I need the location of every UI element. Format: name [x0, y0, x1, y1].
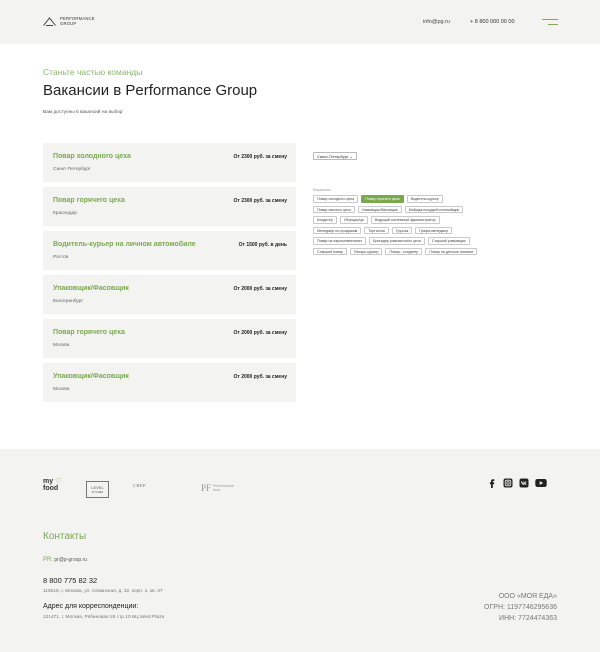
vacancy-tag[interactable]: Кондитер	[313, 216, 337, 224]
brand-logo-myfood[interactable]: my ♡ food	[43, 478, 62, 492]
inn: ИНН: 7724474363	[499, 615, 557, 622]
job-list: Повар холодного цеха Санкт-Петербург От …	[43, 143, 296, 407]
job-title: Водитель-курьер на личном автомобиле	[53, 241, 196, 248]
footer: my ♡ food LEVEL KITCHEN CHEF PF Performa…	[0, 449, 600, 652]
job-city: Москва	[53, 343, 70, 348]
job-city: Екатеринбург	[53, 299, 84, 304]
brand-level-line2: KITCHEN	[91, 490, 104, 494]
correspondence-title: Адрес для корреспонденции:	[43, 603, 139, 610]
vacancy-tag[interactable]: Мойщик посуды/Котломойщик	[404, 205, 464, 213]
instagram-icon[interactable]	[503, 478, 513, 488]
job-card[interactable]: Повар холодного цеха Санкт-Петербург От …	[43, 143, 296, 182]
vacancy-tag[interactable]: Грузчик	[391, 226, 413, 234]
vacancy-tag-list: Повар холодного цеха Повар горячего цеха В…	[313, 195, 485, 255]
vacancy-tag[interactable]: Повар на пароконвектомат	[313, 237, 367, 245]
brand-pf-text: Performance food	[213, 484, 234, 492]
vacancy-tag[interactable]: Пекарь-курьер	[349, 247, 383, 255]
brand-logo-performance-food[interactable]: PF Performance food	[201, 483, 234, 493]
footer-phone-link[interactable]: 8 800 775 82 32	[43, 576, 97, 585]
social-links	[487, 478, 547, 488]
job-salary: От 2000 руб. за смену	[233, 374, 287, 380]
page-title: Вакансии в Performance Group	[43, 82, 258, 99]
logo-mark-icon	[43, 17, 56, 27]
brand-pf-line2: food	[213, 488, 221, 492]
job-card[interactable]: Упаковщик/Фасовщик Москва От 2000 руб. з…	[43, 363, 296, 402]
brand-pf-mark: PF	[201, 483, 212, 493]
logo-text-line2: Group	[60, 20, 77, 26]
logo-text: Performance Group	[60, 16, 95, 26]
ogrn: ОГРН: 1197746295636	[484, 604, 557, 611]
job-card[interactable]: Повар горячего цеха Краснодар От 2300 ру…	[43, 187, 296, 226]
brand-myfood-line2: food	[43, 484, 59, 492]
correspondence-address: 121471, г. Москва, Рябиновая 26 стр 10 Б…	[43, 615, 165, 620]
vacancy-tag[interactable]: Водитель-курьер	[406, 195, 443, 203]
job-city: Ростов	[53, 255, 69, 260]
legal-address: 115516, г. Москва, ул. Севанская, д. 32,…	[43, 589, 163, 594]
job-card[interactable]: Водитель-курьер на личном автомобиле Рос…	[43, 231, 296, 270]
legal-info: ООО «МОЯ ЕДА» ОГРН: 1197746295636 ИНН: 7…	[484, 591, 557, 624]
job-salary: От 2000 руб. за смену	[233, 330, 287, 336]
job-salary: От 1500 руб. в день	[238, 242, 287, 248]
vacancy-tag[interactable]: Уборщик/ца	[339, 216, 368, 224]
contacts-title: Контакты	[43, 531, 87, 542]
job-title: Упаковщик/Фасовщик	[53, 285, 129, 292]
legal-name: ООО «МОЯ ЕДА»	[498, 593, 557, 600]
filter-label: Вакансии	[313, 187, 331, 192]
header: Performance Group info@pg.ru + 8 800 000…	[0, 0, 600, 44]
page-subtitle: Вам доступны 6 вакансий на выбор	[43, 110, 123, 115]
header-email-link[interactable]: info@pg.ru	[423, 19, 450, 25]
vacancy-tag[interactable]: Старший повар	[313, 247, 347, 255]
pr-email-link[interactable]: pr@p-group.ru	[54, 557, 87, 563]
brand-logo-level[interactable]: LEVEL KITCHEN	[86, 481, 109, 498]
job-card[interactable]: Упаковщик/Фасовщик Екатеринбург От 2000 …	[43, 275, 296, 314]
job-city: Москва	[53, 387, 70, 392]
job-city: Краснодар	[53, 211, 77, 216]
job-salary: От 2000 руб. за смену	[233, 286, 287, 292]
kicker: Станьте частью команды	[43, 67, 143, 77]
job-salary: От 2300 руб. за смену	[233, 198, 287, 204]
job-title: Повар горячего цеха	[53, 197, 125, 204]
vacancy-tag[interactable]: Повар холодного цеха	[313, 195, 359, 203]
burger-line	[548, 24, 558, 25]
burger-line	[542, 19, 558, 20]
vacancy-tag[interactable]: Менеджер по продажам	[313, 226, 362, 234]
job-title: Упаковщик/Фасовщик	[53, 373, 129, 380]
vacancy-tag[interactable]: Повар - кондитер	[385, 247, 423, 255]
vacancy-tag[interactable]: Ведущий системный администратор	[370, 216, 440, 224]
vacancy-tag[interactable]: Повар на детское питание	[425, 247, 478, 255]
vacancy-tag[interactable]: Старший упаковщик	[427, 237, 470, 245]
header-phone-link[interactable]: + 8 800 000 00 00	[470, 19, 515, 25]
youtube-icon[interactable]	[535, 478, 547, 488]
vacancy-tag[interactable]: Упаковщик/Фасовщик	[357, 205, 402, 213]
city-select-value: Санкт-Петербург	[317, 154, 349, 159]
brand-myfood-text1: my	[43, 478, 54, 485]
page: Performance Group info@pg.ru + 8 800 000…	[0, 0, 600, 652]
vacancy-tag[interactable]: Тортистка	[364, 226, 389, 234]
vacancy-tag[interactable]: Графи-менеджер	[415, 226, 453, 234]
vacancy-tag[interactable]: Повар горячего цеха	[361, 195, 404, 203]
city-select[interactable]: Санкт-Петербург ⌄	[313, 152, 357, 160]
vacancy-tag[interactable]: Повар мясного цеха	[313, 205, 355, 213]
logo[interactable]: Performance Group	[43, 16, 95, 27]
job-title: Повар холодного цеха	[53, 153, 131, 160]
pr-contact: PR: pr@p-group.ru	[43, 557, 87, 563]
job-city: Санкт-Петербург	[53, 167, 91, 172]
pr-label: PR:	[43, 557, 54, 563]
facebook-icon[interactable]	[487, 478, 497, 488]
vk-icon[interactable]	[519, 478, 529, 488]
job-card[interactable]: Повар горячего цеха Москва От 2000 руб. …	[43, 319, 296, 358]
job-salary: От 2300 руб. за смену	[233, 154, 287, 160]
vacancy-tag[interactable]: Бригадир упаковочного цеха	[369, 237, 425, 245]
heart-icon: ♡	[55, 478, 62, 485]
brand-logo-chef[interactable]: CHEF	[133, 483, 146, 488]
main-content: Станьте частью команды Вакансии в Perfor…	[0, 44, 600, 449]
chevron-down-icon: ⌄	[349, 154, 353, 159]
burger-menu-icon[interactable]	[540, 18, 558, 26]
job-title: Повар горячего цеха	[53, 329, 125, 336]
